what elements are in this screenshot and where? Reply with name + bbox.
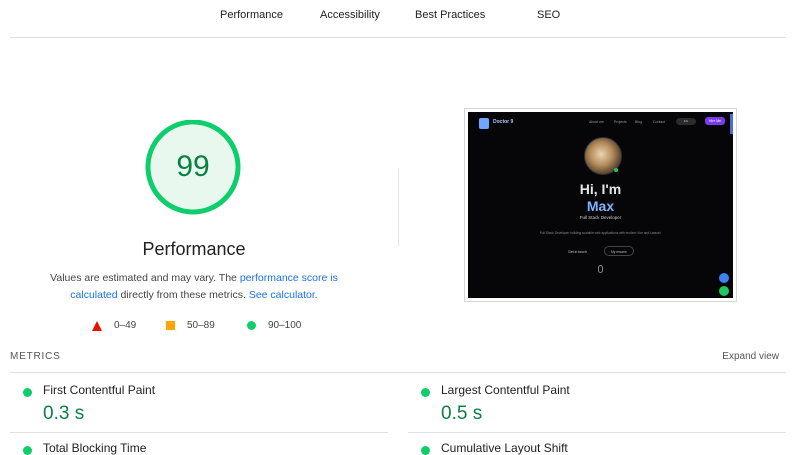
metric-value: 0.3 s — [43, 403, 85, 424]
circle-icon — [247, 321, 256, 330]
tab-seo[interactable]: SEO — [537, 9, 560, 21]
site-logo-icon — [479, 118, 489, 129]
tab-accessibility[interactable]: Accessibility — [320, 9, 380, 21]
legend-fail-range: 0–49 — [114, 320, 137, 331]
scroll-mouse-icon — [598, 265, 603, 273]
score-title: Performance — [142, 239, 246, 259]
legend-average: 50–89 — [166, 320, 215, 331]
legend-average-range: 50–89 — [187, 320, 215, 331]
metric-name: First Contentful Paint — [43, 383, 156, 397]
site-nav-item: Contact — [653, 120, 666, 124]
site-nav-item: About me — [589, 120, 604, 124]
legend-pass-range: 90–100 — [268, 320, 302, 331]
metric-name: Largest Contentful Paint — [441, 383, 570, 397]
screenshot-canvas: Doctor 9 About me Projects Blog Contact … — [468, 112, 733, 298]
score-value: 99 — [176, 150, 210, 183]
metric-name: Cumulative Layout Shift — [441, 441, 568, 455]
metrics-divider — [10, 372, 786, 373]
site-cta-button: Hire Me — [705, 117, 725, 125]
pass-circle-icon — [421, 388, 430, 397]
metric-row-divider — [408, 432, 786, 433]
site-secondary-button: My resume — [604, 246, 634, 256]
site-blurb: Full-Stack Developer building scalable w… — [539, 231, 662, 235]
score-description: Values are estimated and may vary. The p… — [38, 270, 350, 304]
expand-view-button[interactable]: Expand view — [722, 351, 779, 362]
legend-pass: 90–100 — [247, 320, 301, 331]
metric-name: Total Blocking Time — [43, 441, 147, 455]
site-scrollbar — [730, 114, 733, 134]
site-greeting: Hi, I'm — [579, 181, 622, 197]
category-tabs: Performance Accessibility Best Practices… — [10, 0, 786, 38]
online-status-icon — [614, 168, 618, 172]
description-text-middle: directly from these metrics. — [117, 289, 249, 301]
vertical-divider — [398, 168, 399, 246]
site-language-pill: EN — [676, 118, 696, 125]
legend-fail: 0–49 — [92, 320, 136, 331]
pass-circle-icon — [23, 446, 32, 455]
pass-circle-icon — [23, 388, 32, 397]
see-calculator-link[interactable]: See calculator. — [249, 289, 318, 301]
site-role: Full Stack Developer — [579, 215, 622, 220]
tab-performance[interactable]: Performance — [220, 9, 283, 21]
triangle-icon — [92, 320, 102, 331]
square-icon — [166, 321, 175, 330]
page-screenshot[interactable]: Doctor 9 About me Projects Blog Contact … — [464, 108, 737, 302]
site-brand: Doctor 9 — [493, 119, 514, 125]
description-text-before: Values are estimated and may vary. The — [50, 272, 240, 284]
metrics-heading: METRICS — [10, 351, 61, 362]
metric-row-divider — [10, 432, 388, 433]
site-name: Max — [586, 198, 615, 214]
pass-circle-icon — [421, 446, 430, 455]
metric-value: 0.5 s — [441, 403, 483, 424]
site-nav-item: Blog — [635, 120, 643, 124]
site-primary-button: Get in touch — [568, 250, 587, 254]
site-nav-item: Projects — [614, 120, 627, 124]
score-gauge: 99 — [143, 120, 243, 220]
phone-icon — [719, 273, 729, 283]
tab-best-practices[interactable]: Best Practices — [415, 9, 485, 21]
whatsapp-icon — [719, 286, 729, 296]
